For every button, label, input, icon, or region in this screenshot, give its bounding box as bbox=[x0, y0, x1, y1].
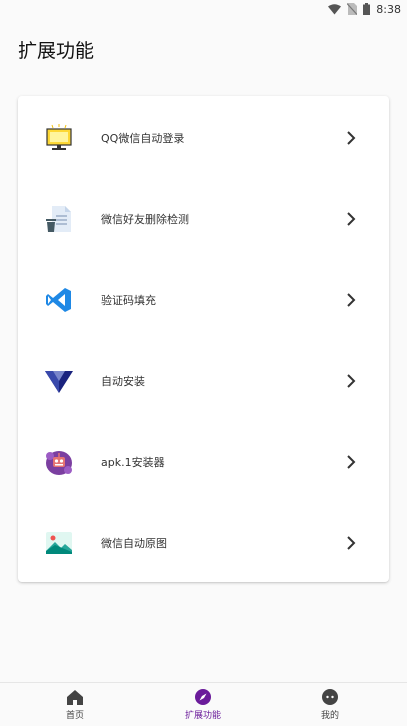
monitor-icon bbox=[43, 122, 75, 154]
status-time: 8:38 bbox=[376, 2, 401, 16]
feature-row-auto-install[interactable]: 自动安装 bbox=[18, 340, 389, 421]
chevron-right-icon bbox=[344, 292, 358, 307]
feature-label: 微信自动原图 bbox=[101, 536, 167, 550]
feature-row-wechat-original-image[interactable]: 微信自动原图 bbox=[18, 502, 389, 583]
nav-label: 首页 bbox=[65, 711, 84, 721]
status-bar: 8:38 bbox=[0, 0, 407, 18]
feature-label: 验证码填充 bbox=[101, 293, 156, 307]
wifi-icon bbox=[328, 3, 342, 15]
feature-list-card: QQ微信自动登录 微信好友删除检测 验证码填充 自动安装 apk.1安装器 微信… bbox=[18, 96, 389, 582]
feature-row-captcha-fill[interactable]: 验证码填充 bbox=[18, 259, 389, 340]
nav-tab-mine[interactable]: 我的 bbox=[290, 683, 370, 726]
chevron-right-icon bbox=[344, 454, 358, 469]
feature-label: 微信好友删除检测 bbox=[101, 212, 189, 226]
feature-row-friend-delete-check[interactable]: 微信好友删除检测 bbox=[18, 178, 389, 259]
nav-tab-home[interactable]: 首页 bbox=[35, 683, 115, 726]
no-sim-icon bbox=[347, 3, 358, 15]
feature-label: 自动安装 bbox=[101, 374, 145, 388]
chevron-right-icon bbox=[344, 535, 358, 550]
chat-icon bbox=[322, 688, 338, 706]
triangle-logo-icon bbox=[43, 365, 75, 397]
chevron-right-icon bbox=[344, 373, 358, 388]
document-trash-icon bbox=[43, 203, 75, 235]
page-title: 扩展功能 bbox=[18, 40, 95, 62]
nav-label: 我的 bbox=[320, 711, 339, 721]
feature-label: QQ微信自动登录 bbox=[101, 131, 185, 145]
compass-icon bbox=[195, 688, 211, 706]
bottom-navigation: 首页 扩展功能 我的 bbox=[0, 682, 407, 726]
image-icon bbox=[43, 527, 75, 559]
vscode-icon bbox=[43, 284, 75, 316]
nav-label: 扩展功能 bbox=[184, 711, 221, 721]
feature-row-qq-wechat-login[interactable]: QQ微信自动登录 bbox=[18, 97, 389, 178]
chevron-right-icon bbox=[344, 130, 358, 145]
home-icon bbox=[67, 688, 83, 706]
battery-icon bbox=[363, 3, 371, 15]
nav-tab-extensions[interactable]: 扩展功能 bbox=[163, 683, 243, 726]
chevron-right-icon bbox=[344, 211, 358, 226]
feature-label: apk.1安装器 bbox=[101, 455, 165, 469]
feature-row-apk-installer[interactable]: apk.1安装器 bbox=[18, 421, 389, 502]
robot-icon bbox=[43, 446, 75, 478]
